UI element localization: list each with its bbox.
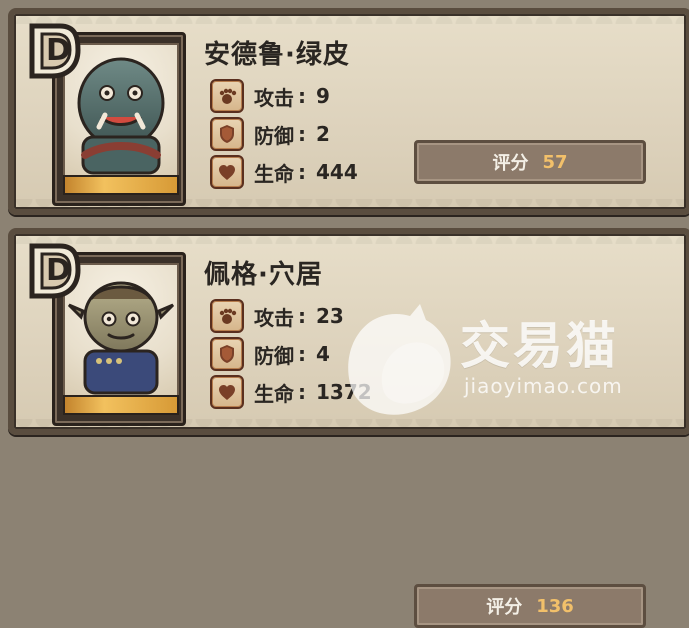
unit-card-1[interactable]: D 安德鲁·绿皮 攻击: 9 防御: 2 生命: 444 评分 57 [8,8,689,215]
paw-icon [210,79,244,113]
stat-value: 1372 [316,380,372,404]
stats-list: 攻击 : 9 防御 : 2 生命 : 444 [210,76,440,192]
rank-d-icon: D [29,243,81,299]
unit-name: 佩格·穴居 [204,260,323,290]
stat-label: 攻击 [254,305,294,330]
stat-row-defense: 防御 : 2 [210,116,440,152]
portrait-bar [63,175,179,195]
rank-d-icon: D [29,23,81,79]
shield-icon [210,117,244,151]
rank-letter: D [46,253,71,288]
score-value: 136 [536,595,574,617]
stat-colon: : [298,380,306,404]
stat-label: 攻击 [254,85,294,110]
stat-row-health: 生命 : 444 [210,154,440,190]
stat-colon: : [298,160,306,184]
stat-colon: : [298,342,306,366]
score-pill: 评分 136 [414,584,646,628]
paper-torn-top [14,234,686,244]
stat-label: 防御 [254,343,294,368]
stat-row-attack: 攻击 : 9 [210,78,440,114]
unit-name: 安德鲁·绿皮 [204,40,350,70]
stat-label: 防御 [254,123,294,148]
stat-row-health: 生命 : 1372 [210,374,440,410]
score-pill: 评分 57 [414,140,646,184]
rank-badge: D [24,240,82,302]
stat-value: 4 [316,342,330,366]
stat-row-defense: 防御 : 4 [210,336,440,372]
paper-torn-top [14,14,686,24]
paw-icon [210,299,244,333]
score-label: 评分 [492,153,529,174]
stat-label: 生命 [254,381,294,406]
portrait-bar [63,395,179,415]
score-value: 57 [542,151,568,173]
rank-badge: D [24,20,82,82]
stat-colon: : [298,84,306,108]
stats-list: 攻击 : 23 防御 : 4 生命 : 1372 [210,296,440,412]
stat-colon: : [298,304,306,328]
unit-card-2[interactable]: D 佩格·穴居 攻击: 23 防御: 4 生命: 1372 评分 136 [8,228,689,628]
stat-value: 2 [316,122,330,146]
score-label: 评分 [486,597,523,618]
stat-label: 生命 [254,161,294,186]
stat-row-attack: 攻击 : 23 [210,298,440,334]
rank-letter: D [46,33,71,68]
stat-colon: : [298,122,306,146]
stat-value: 444 [316,160,358,184]
heart-icon [210,155,244,189]
portrait-bar-fill [65,177,177,193]
heart-icon [210,375,244,409]
portrait-bar-fill [65,397,177,413]
stat-value: 9 [316,84,330,108]
shield-icon [210,337,244,371]
stat-value: 23 [316,304,344,328]
